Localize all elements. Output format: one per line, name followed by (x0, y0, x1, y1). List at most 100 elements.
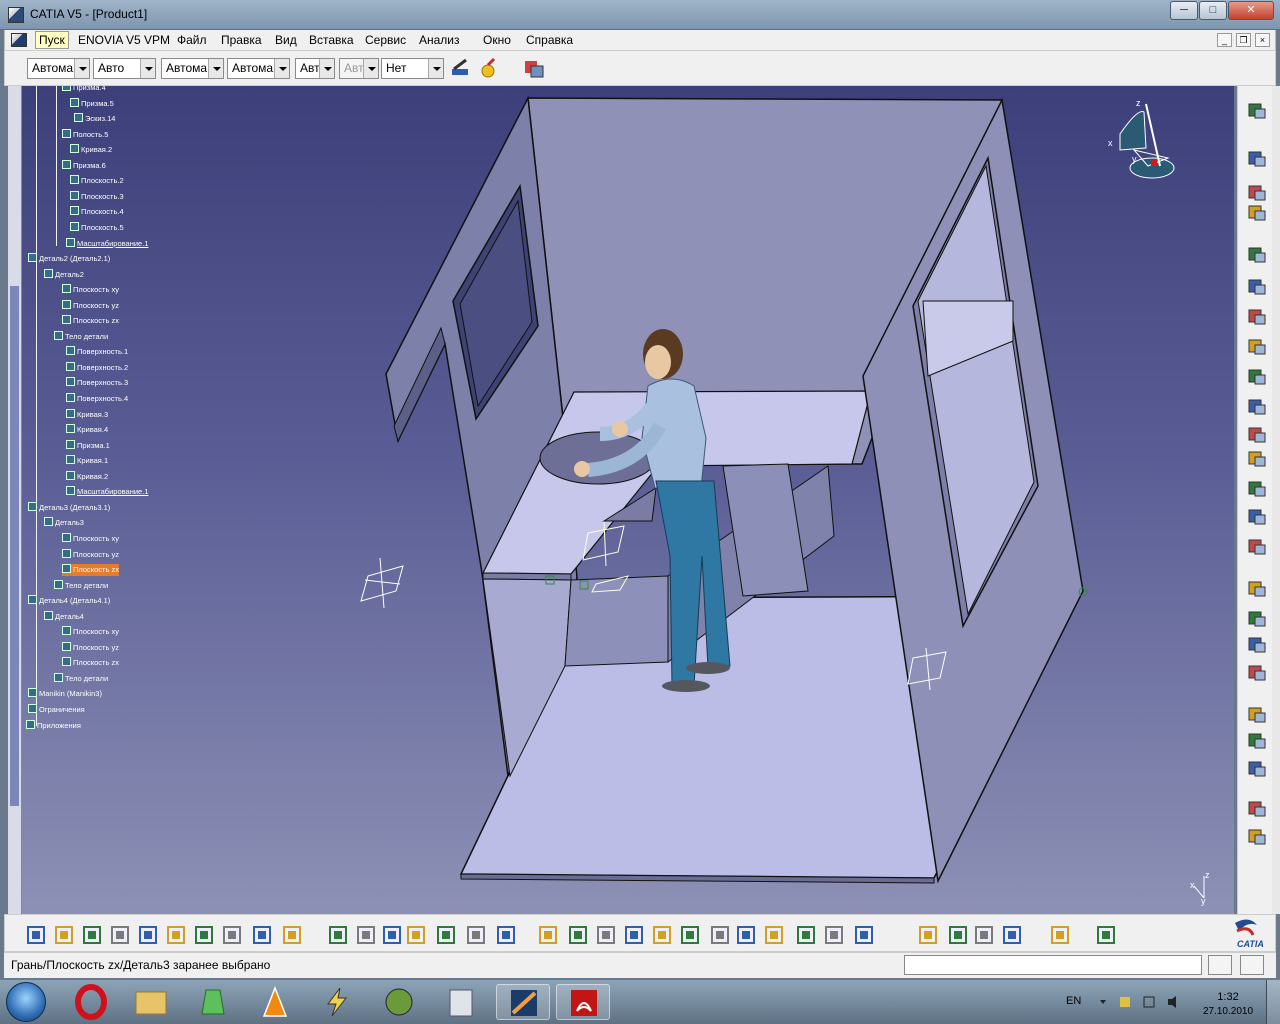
show-desktop-button[interactable] (1266, 980, 1280, 1024)
tree-node[interactable]: Тело детали (54, 579, 108, 592)
pan-icon[interactable] (595, 924, 617, 946)
tree-node[interactable]: Призма.6 (62, 159, 106, 172)
formula-icon[interactable] (327, 924, 349, 946)
comment-icon[interactable] (355, 924, 377, 946)
taskbar-app-5[interactable] (310, 984, 364, 1020)
menu-view[interactable]: Вид (275, 33, 297, 47)
tree-node[interactable]: Manikin (Manikin3) (28, 688, 102, 700)
product-properties-icon[interactable] (523, 57, 545, 79)
bom-icon[interactable] (1246, 448, 1268, 470)
line-type-combo[interactable]: Автома (227, 58, 290, 79)
zoom-in-icon[interactable] (651, 924, 673, 946)
tree-node[interactable]: Плоскость yz (62, 299, 119, 312)
3d-viewport[interactable]: z x y z x y Призма.4 Призма.5 Эскиз.14 Поло… (8, 86, 1234, 914)
tree-node[interactable]: Деталь2 (Деталь2.1) (28, 253, 110, 265)
menu-window[interactable]: Окно (483, 33, 511, 47)
paste-icon[interactable] (193, 924, 215, 946)
tree-node[interactable]: Деталь4 (Деталь4.1) (28, 595, 110, 607)
tree-node[interactable]: Кривая.2 (70, 144, 112, 156)
knowledge-icon[interactable] (381, 924, 403, 946)
tree-node[interactable]: Эскиз.14 (74, 113, 115, 125)
iso-view-icon[interactable] (735, 924, 757, 946)
tree-node[interactable]: Деталь3 (Деталь3.1) (28, 501, 110, 514)
fix-icon[interactable] (1246, 758, 1268, 780)
tree-node[interactable]: Плоскость.3 (70, 190, 124, 203)
tree-node[interactable]: Тело детали (54, 330, 108, 343)
tray-icons[interactable] (1098, 994, 1188, 1010)
doc-restore-button[interactable]: ❐ (1236, 33, 1251, 47)
tree-node[interactable]: Призма.5 (70, 97, 114, 110)
tree-node[interactable]: Поверхность.1 (66, 346, 128, 358)
menu-file[interactable]: Файл (177, 33, 207, 47)
point-symbol-combo[interactable]: Авт (295, 58, 335, 79)
tree-node[interactable]: Поверхность.3 (66, 377, 128, 389)
normal-view-icon[interactable] (709, 924, 731, 946)
catia-app-icon[interactable] (8, 7, 24, 23)
menu-enovia[interactable]: ENOVIA V5 VPM (78, 33, 170, 47)
fly-icon[interactable] (537, 924, 559, 946)
manipulation-icon[interactable] (1246, 202, 1268, 224)
lock-icon[interactable] (465, 924, 487, 946)
tree-node[interactable]: Тело детали (54, 672, 108, 685)
scene-icon[interactable] (1246, 634, 1268, 656)
tree-node[interactable]: Масштабирование.1 (66, 486, 148, 498)
menu-insert[interactable]: Вставка (309, 33, 354, 47)
graph-icon[interactable] (435, 924, 457, 946)
minimize-button[interactable]: ─ (1170, 1, 1198, 20)
tree-node[interactable]: Приложения (26, 719, 81, 732)
document-icon[interactable] (11, 33, 27, 47)
taskbar-catia[interactable] (496, 984, 550, 1020)
tree-node[interactable]: Плоскость zx (62, 564, 119, 577)
select-icon[interactable] (1246, 148, 1268, 170)
tree-node[interactable]: Деталь2 (44, 268, 84, 281)
tree-node[interactable]: Плоскость xy (62, 532, 119, 545)
replace-icon[interactable] (1246, 306, 1268, 328)
open-icon[interactable] (53, 924, 75, 946)
tree-node[interactable]: Кривая.3 (66, 408, 108, 421)
clash-icon[interactable] (1246, 506, 1268, 528)
assembly-icon[interactable] (1246, 276, 1268, 298)
taskbar-opera[interactable] (64, 984, 118, 1020)
tree-node[interactable]: Ограничения (28, 704, 85, 716)
hide-show-icon[interactable] (823, 924, 845, 946)
scene-capture-icon[interactable] (917, 924, 939, 946)
rotate-icon[interactable] (623, 924, 645, 946)
taskbar-app-7[interactable] (434, 984, 488, 1020)
catalog-icon[interactable] (1246, 662, 1268, 684)
status-history-button[interactable] (1208, 955, 1232, 975)
cut-icon[interactable] (137, 924, 159, 946)
tree-node[interactable]: Плоскость yz (62, 548, 119, 561)
distance-icon[interactable] (1246, 578, 1268, 600)
tree-node[interactable]: Плоскость xy (62, 626, 119, 638)
swap-space-icon[interactable] (853, 924, 875, 946)
sectioning-icon[interactable] (1246, 536, 1268, 558)
chevron-down-icon[interactable] (208, 59, 223, 78)
tree-node[interactable]: Призма.4 (62, 86, 106, 94)
status-info-button[interactable] (1240, 955, 1264, 975)
fit-all-icon[interactable] (567, 924, 589, 946)
tree-node[interactable]: Плоскость yz (62, 641, 119, 654)
camera-icon[interactable] (973, 924, 995, 946)
product-icon[interactable] (1246, 336, 1268, 358)
tree-node[interactable]: Деталь3 (44, 517, 84, 529)
tray-clock[interactable]: 1:32 (1198, 991, 1258, 1003)
menu-start[interactable]: Пуск (35, 31, 69, 49)
existing-component-icon[interactable] (1246, 396, 1268, 418)
tools-icon[interactable] (1001, 924, 1023, 946)
taskbar-app-3[interactable] (186, 984, 240, 1020)
graphic-properties-icon[interactable] (477, 57, 499, 79)
tree-node[interactable]: Кривая.2 (66, 470, 108, 483)
plane-gizmo-left[interactable] (360, 557, 404, 609)
tree-node[interactable]: Призма.1 (66, 439, 110, 452)
menu-edit[interactable]: Правка (221, 33, 262, 47)
tree-node[interactable]: Поверхность.2 (66, 361, 128, 374)
save-icon[interactable] (81, 924, 103, 946)
tray-date[interactable]: 27.10.2010 (1193, 1006, 1263, 1017)
menu-help[interactable]: Справка (526, 33, 573, 47)
taskbar-acrobat[interactable] (556, 984, 610, 1020)
zoom-out-icon[interactable] (679, 924, 701, 946)
tree-node[interactable]: Деталь4 (44, 610, 84, 623)
maximize-button[interactable]: □ (1199, 1, 1227, 20)
view-cube-icon[interactable] (763, 924, 785, 946)
tray-language[interactable]: EN (1066, 995, 1081, 1007)
